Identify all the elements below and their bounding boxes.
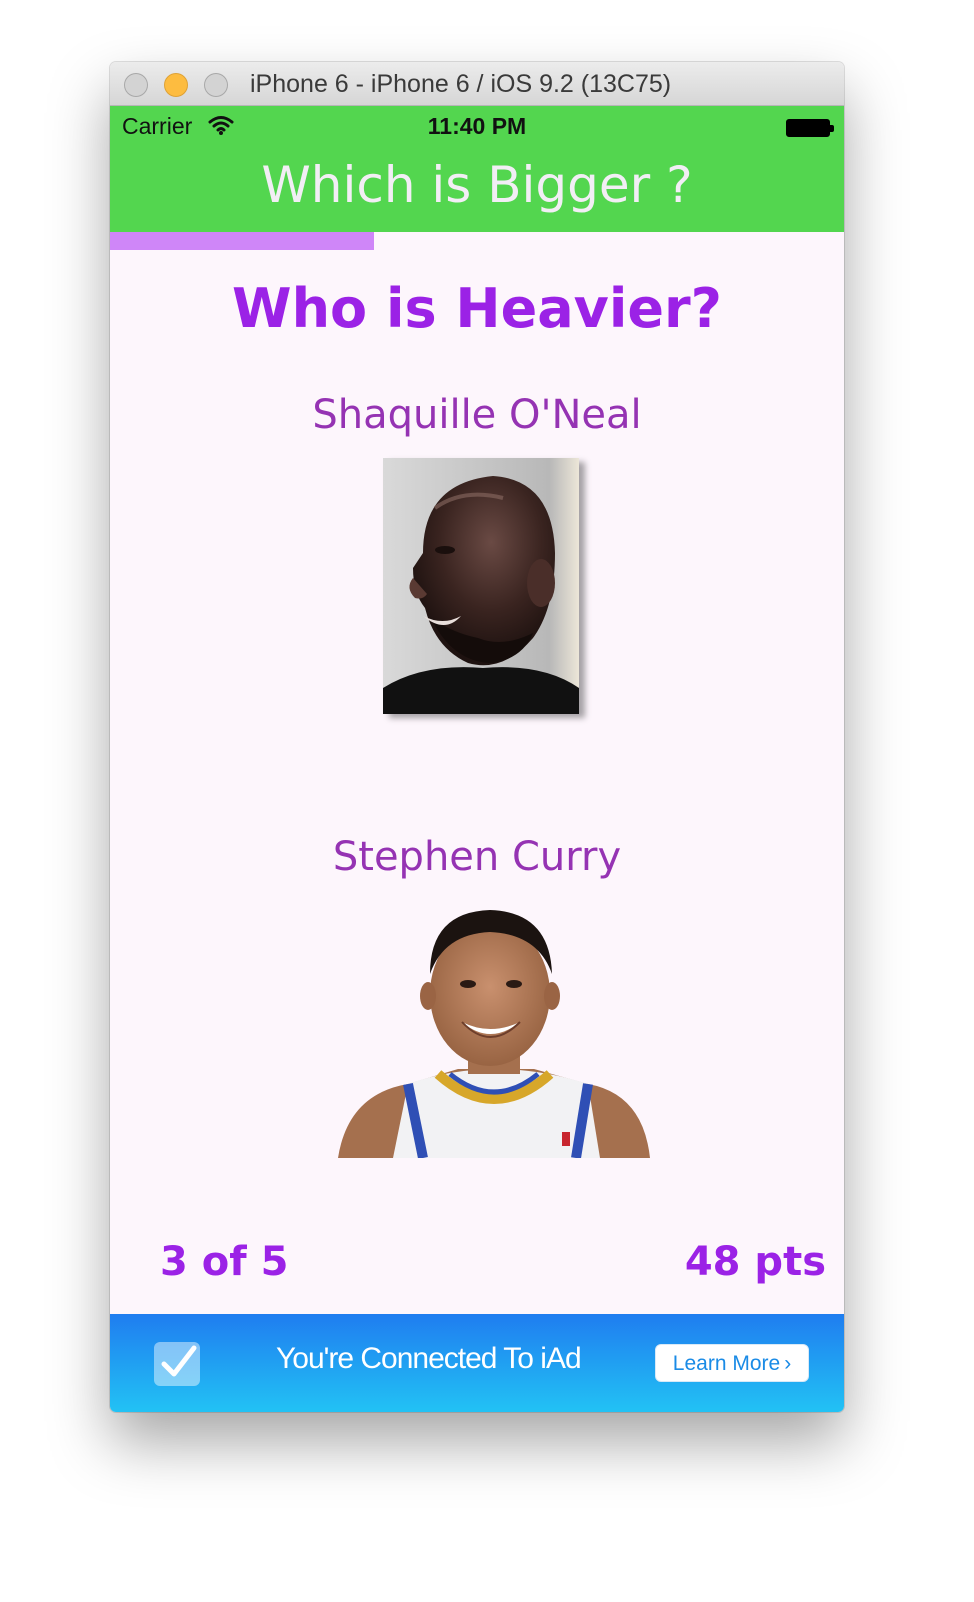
close-button[interactable] (124, 73, 148, 97)
status-time: 11:40 PM (427, 113, 527, 139)
progress-bar (110, 232, 844, 250)
learn-more-button[interactable]: Learn More › (655, 1344, 809, 1382)
option-one-photo[interactable] (383, 458, 579, 714)
score-label: 48 pts (684, 1239, 826, 1285)
checkmark-icon (154, 1342, 200, 1386)
round-counter: 3 of 5 (160, 1239, 289, 1285)
chevron-right-icon: › (784, 1352, 792, 1375)
option-two-photo[interactable] (338, 904, 650, 1159)
question-heading: Who is Heavier? (232, 277, 722, 340)
app-title: Which is Bigger ? (261, 156, 693, 214)
zoom-button[interactable] (204, 73, 228, 97)
progress-fill (110, 232, 375, 250)
window-title: iPhone 6 - iPhone 6 / iOS 9.2 (13C75) (250, 70, 672, 98)
battery-icon (786, 119, 834, 137)
window-titlebar[interactable]: iPhone 6 - iPhone 6 / iOS 9.2 (13C75) (110, 62, 844, 106)
minimize-button[interactable] (164, 73, 188, 97)
iad-banner[interactable]: You're Connected To iAd Learn More › (110, 1314, 844, 1412)
simulator-window: iPhone 6 - iPhone 6 / iOS 9.2 (13C75) Ca… (110, 62, 844, 1412)
status-bar: Carrier 11:40 PM (110, 106, 844, 146)
option-one-name[interactable]: Shaquille O'Neal (110, 392, 844, 438)
iad-message: You're Connected To iAd (276, 1342, 582, 1375)
learn-more-label: Learn More (672, 1352, 781, 1375)
option-two-name[interactable]: Stephen Curry (110, 834, 844, 880)
nav-bar: Which is Bigger ? (110, 146, 844, 232)
